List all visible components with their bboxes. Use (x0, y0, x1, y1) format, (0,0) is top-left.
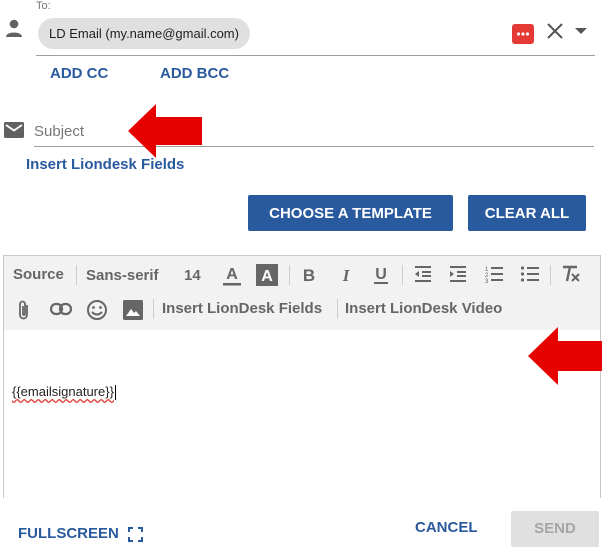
annotation-arrow (528, 327, 602, 385)
svg-text:U: U (375, 266, 387, 283)
image-icon[interactable] (123, 300, 143, 320)
subject-input[interactable] (34, 116, 594, 147)
outdent-icon[interactable] (413, 265, 433, 283)
indent-icon[interactable] (448, 265, 468, 283)
text-caret (114, 385, 116, 401)
chevron-down-icon[interactable] (574, 26, 588, 36)
numbered-list-icon[interactable]: 1 2 3 (484, 265, 504, 283)
insert-liondesk-video-button[interactable]: Insert LionDesk Video (345, 299, 502, 319)
svg-text:3: 3 (485, 279, 489, 283)
to-field-underline (36, 55, 595, 56)
svg-text:B: B (303, 266, 315, 285)
emoji-icon[interactable] (86, 299, 108, 321)
text-color-icon[interactable]: A (221, 264, 243, 288)
background-color-icon[interactable]: A (256, 264, 278, 286)
annotation-arrow (128, 104, 202, 158)
font-size-select[interactable]: 14 (184, 266, 201, 286)
svg-text:I: I (342, 266, 351, 285)
send-button[interactable]: SEND (511, 511, 599, 547)
toolbar-divider (402, 265, 403, 285)
toolbar-divider (550, 265, 551, 285)
add-bcc-button[interactable]: ADD BCC (160, 65, 229, 82)
source-button[interactable]: Source (13, 265, 64, 285)
font-family-select[interactable]: Sans-serif (86, 266, 159, 286)
underline-icon[interactable]: U (372, 264, 390, 286)
choose-template-button[interactable]: CHOOSE A TEMPLATE (248, 195, 453, 231)
person-icon (6, 19, 22, 37)
bulleted-list-icon[interactable] (520, 265, 540, 283)
add-cc-button[interactable]: ADD CC (50, 65, 108, 82)
fullscreen-button[interactable]: FULLSCREEN (18, 525, 119, 542)
recipient-chip[interactable]: LD Email (my.name@gmail.com) (38, 18, 250, 49)
svg-text:A: A (261, 268, 273, 285)
to-label: To: (36, 0, 51, 12)
clear-all-button[interactable]: CLEAR ALL (468, 195, 586, 231)
editor-content[interactable]: {{emailsignature}} (12, 384, 116, 401)
mail-icon (4, 122, 24, 138)
svg-text:A: A (226, 266, 238, 283)
insert-liondesk-fields-button[interactable]: Insert LionDesk Fields (162, 299, 322, 319)
italic-icon[interactable]: I (337, 265, 355, 285)
link-icon[interactable] (50, 302, 72, 316)
editor-toolbar: Source Sans-serif 14 A A B I U 1 2 3 Ins… (4, 256, 600, 330)
toolbar-divider (289, 265, 290, 285)
bold-icon[interactable]: B (300, 265, 318, 285)
toolbar-divider (337, 299, 338, 319)
close-icon[interactable] (545, 21, 565, 41)
more-icon (516, 32, 530, 36)
insert-liondesk-fields-link[interactable]: Insert Liondesk Fields (26, 156, 184, 173)
attachment-icon[interactable] (17, 299, 31, 321)
toolbar-divider (153, 299, 154, 319)
toolbar-divider (76, 265, 77, 285)
more-options-button[interactable] (512, 24, 534, 44)
email-signature-placeholder: {{emailsignature}} (12, 384, 114, 399)
remove-format-icon[interactable] (560, 265, 580, 283)
fullscreen-icon[interactable] (128, 527, 143, 542)
cancel-button[interactable]: CANCEL (415, 519, 478, 536)
